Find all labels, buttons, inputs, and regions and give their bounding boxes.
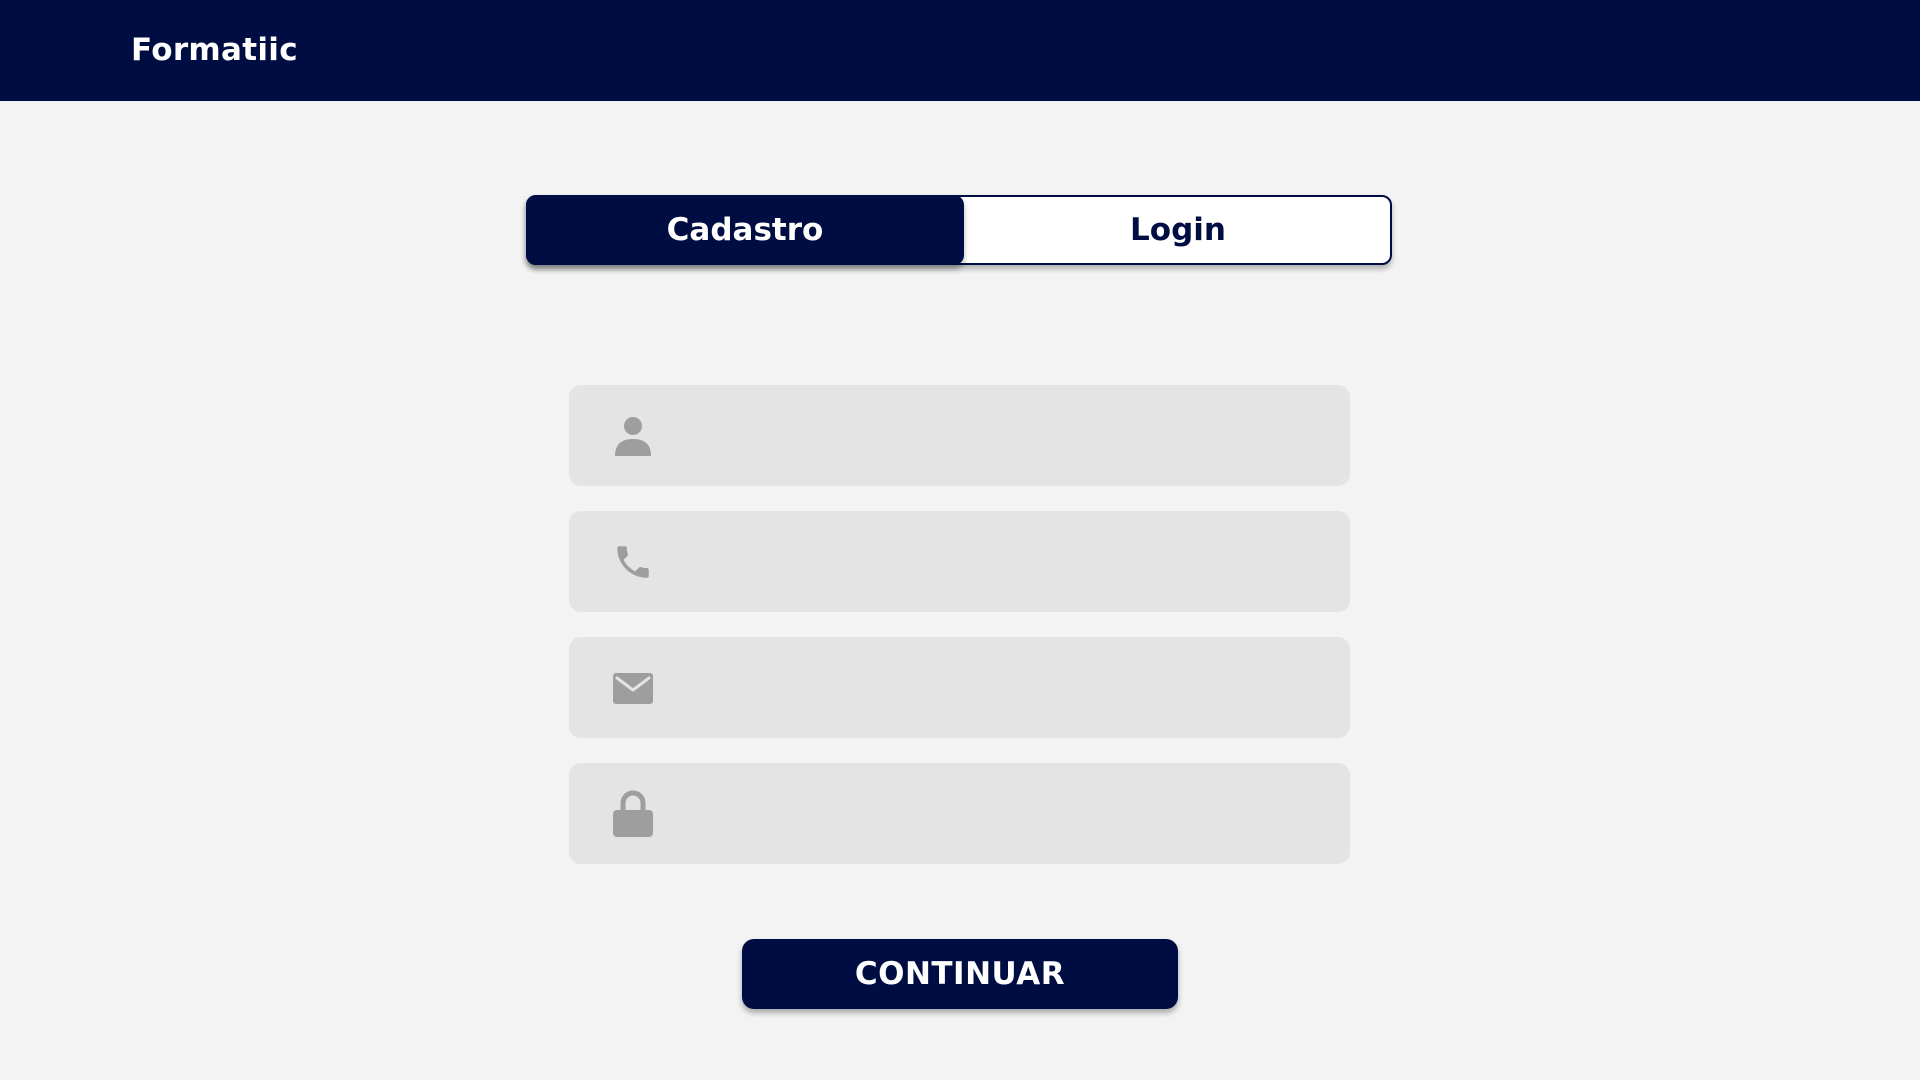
password-field <box>569 763 1350 864</box>
email-input[interactable] <box>659 637 1329 738</box>
phone-field <box>569 511 1350 612</box>
email-field <box>569 637 1350 738</box>
envelope-icon <box>612 667 654 709</box>
tab-cadastro[interactable]: Cadastro <box>526 195 964 265</box>
name-input[interactable] <box>659 385 1329 486</box>
password-input[interactable] <box>659 763 1329 864</box>
continue-button[interactable]: CONTINUAR <box>742 939 1178 1009</box>
tab-login[interactable]: Login <box>964 195 1392 265</box>
phone-icon <box>612 541 654 583</box>
auth-tab-switch: Cadastro Login <box>526 195 1392 265</box>
brand-logo-text[interactable]: Formatiic <box>131 29 298 71</box>
lock-icon <box>612 790 654 837</box>
top-navbar: Formatiic <box>0 0 1920 101</box>
person-icon <box>612 415 654 457</box>
name-field <box>569 385 1350 486</box>
phone-input[interactable] <box>659 511 1329 612</box>
